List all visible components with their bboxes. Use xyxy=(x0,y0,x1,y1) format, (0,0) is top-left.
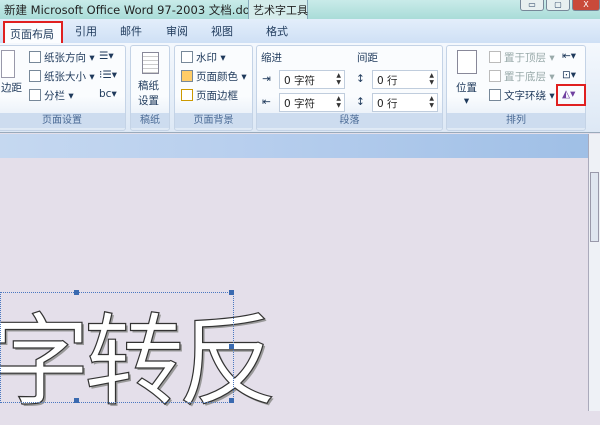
group-label: 段落 xyxy=(257,113,442,128)
columns-button[interactable]: 分栏 ▾ xyxy=(29,88,74,103)
send-to-back-button[interactable]: 置于底层 ▾ xyxy=(489,69,555,84)
margins-button[interactable]: 边距 xyxy=(1,80,22,95)
orientation-icon xyxy=(29,51,41,63)
spacing-before-input[interactable]: 0 行 ▲ ▼ xyxy=(372,70,438,89)
spin-arrows[interactable]: ▲ ▼ xyxy=(336,95,341,109)
resize-handle[interactable] xyxy=(74,398,79,403)
resize-handle[interactable] xyxy=(229,344,234,349)
group-page-background: 水印 ▾ 页面颜色 ▾ 页面边框 页面背景 xyxy=(174,45,253,131)
page-border-icon xyxy=(181,89,193,101)
tab-review[interactable]: 审阅 xyxy=(166,23,188,39)
rotate-highlight xyxy=(556,84,586,106)
bring-to-front-button[interactable]: 置于顶层 ▾ xyxy=(489,50,555,65)
send-back-icon xyxy=(489,70,501,82)
resize-handle[interactable] xyxy=(229,290,234,295)
margins-icon xyxy=(1,50,15,78)
tab-page-layout[interactable]: 页面布局 xyxy=(3,21,63,45)
indent-right-icon: ⇤ xyxy=(262,96,271,108)
indent-label: 缩进 xyxy=(261,52,282,64)
columns-icon xyxy=(29,89,41,101)
text-wrap-button[interactable]: 文字环绕 ▾ xyxy=(489,88,555,103)
manuscript-icon xyxy=(142,52,159,74)
line-numbers-button[interactable]: ⁝☰▾ xyxy=(99,69,117,81)
page-border-button[interactable]: 页面边框 xyxy=(181,88,238,103)
group-label: 页面背景 xyxy=(175,113,252,128)
resize-handle[interactable] xyxy=(74,290,79,295)
breaks-button[interactable]: ☰▾ xyxy=(99,50,114,62)
align-button[interactable]: ⇤▾ xyxy=(562,50,576,62)
spacing-label: 间距 xyxy=(357,52,378,64)
group-objects-button[interactable]: ⊡▾ xyxy=(562,69,576,81)
spacing-after-icon: ↕ xyxy=(356,96,365,108)
ribbon-tabs: 引用 邮件 审阅 视图 格式 xyxy=(0,19,600,43)
close-button[interactable]: X xyxy=(572,0,600,11)
group-page-setup: 边距 纸张方向 ▾ 纸张大小 ▾ 分栏 ▾ ☰▾ ⁝☰▾ bc▾ 页面设置 xyxy=(0,45,126,131)
tab-references[interactable]: 引用 xyxy=(75,23,97,39)
ribbon: 边距 纸张方向 ▾ 纸张大小 ▾ 分栏 ▾ ☰▾ ⁝☰▾ bc▾ 页面设置 稿纸… xyxy=(0,43,600,133)
spacing-before-icon: ↕ xyxy=(356,73,365,85)
tab-mailings[interactable]: 邮件 xyxy=(120,23,142,39)
indent-left-icon: ⇥ xyxy=(262,73,271,85)
size-button[interactable]: 纸张大小 ▾ xyxy=(29,69,95,84)
spin-arrows[interactable]: ▲ ▼ xyxy=(429,95,434,109)
indent-left-input[interactable]: 0 字符 ▲ ▼ xyxy=(279,70,345,89)
size-icon xyxy=(29,70,41,82)
group-label: 排列 xyxy=(447,113,585,128)
tab-format[interactable]: 格式 xyxy=(266,23,288,39)
tab-view[interactable]: 视图 xyxy=(211,23,233,39)
orientation-button[interactable]: 纸张方向 ▾ xyxy=(29,50,95,65)
scrollbar-thumb[interactable] xyxy=(590,172,599,242)
group-manuscript: 稿纸 设置 稿纸 xyxy=(130,45,170,131)
ruler-area xyxy=(0,134,590,158)
watermark-icon xyxy=(181,51,193,63)
resize-handle[interactable] xyxy=(229,398,234,403)
group-label: 稿纸 xyxy=(131,113,169,128)
position-icon xyxy=(457,50,477,74)
spin-arrows[interactable]: ▲ ▼ xyxy=(429,72,434,86)
wordart-selection[interactable] xyxy=(0,292,234,403)
context-tab-wordart-tools: 艺术字工具 xyxy=(248,0,308,19)
page-color-icon xyxy=(181,70,193,82)
minimize-button[interactable]: ▭ xyxy=(520,0,544,11)
hyphenation-button[interactable]: bc▾ xyxy=(99,88,117,100)
group-paragraph: 缩进 间距 ⇥ ⇤ 0 字符 ▲ ▼ 0 字符 ▲ ▼ ↕ ↕ 0 行 ▲ ▼ 0 行 ▲ ▼ … xyxy=(256,45,443,131)
spacing-after-input[interactable]: 0 行 ▲ ▼ xyxy=(372,93,438,112)
indent-right-input[interactable]: 0 字符 ▲ ▼ xyxy=(279,93,345,112)
text-wrap-icon xyxy=(489,89,501,101)
window-title: 新建 Microsoft Office Word 97-2003 文档.do..… xyxy=(4,3,261,17)
group-label: 页面设置 xyxy=(0,113,125,128)
manuscript-setup-button[interactable]: 稿纸 设置 xyxy=(138,78,159,108)
maximize-button[interactable]: ▢ xyxy=(546,0,570,11)
watermark-button[interactable]: 水印 ▾ xyxy=(181,50,226,65)
page-color-button[interactable]: 页面颜色 ▾ xyxy=(181,69,247,84)
bring-front-icon xyxy=(489,51,501,63)
position-button[interactable]: 位置 ▾ xyxy=(456,80,477,107)
spin-arrows[interactable]: ▲ ▼ xyxy=(336,72,341,86)
